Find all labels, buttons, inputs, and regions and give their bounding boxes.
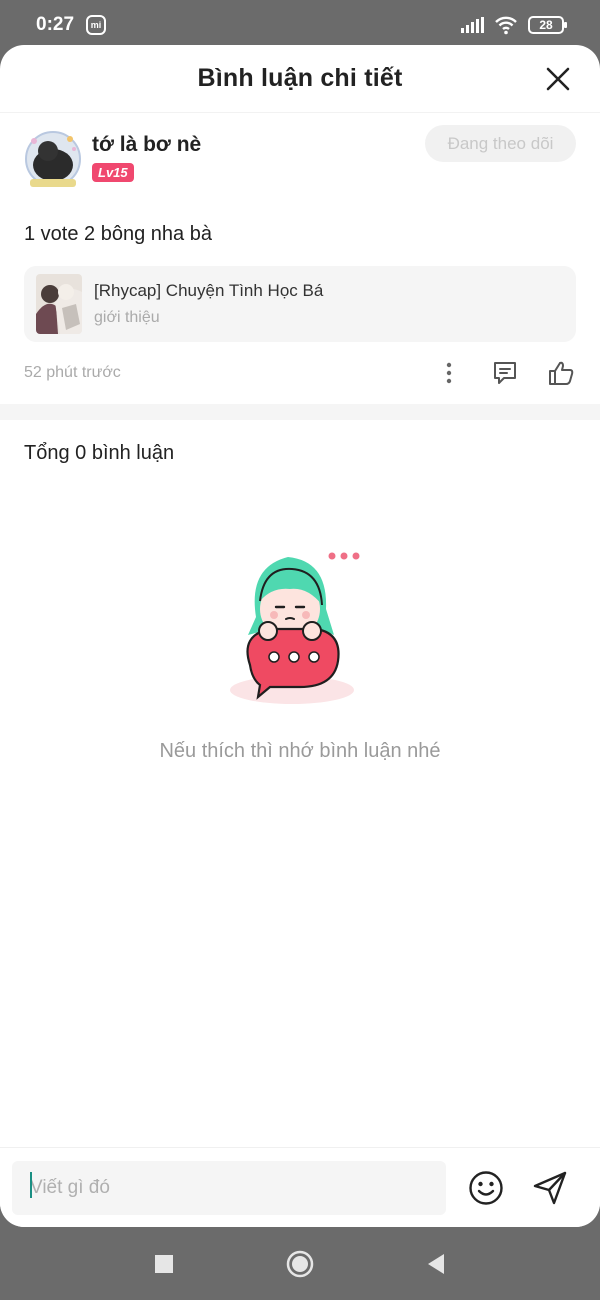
- empty-state: Nếu thích thì nhớ bình luận nhé: [0, 547, 600, 763]
- back-icon[interactable]: [416, 1244, 456, 1284]
- author-row: tớ là bơ nè Lv15 Đang theo dõi: [24, 125, 576, 197]
- post-actions: [434, 358, 576, 388]
- more-options-icon[interactable]: [434, 358, 464, 388]
- book-subtitle: giới thiệu: [94, 309, 160, 326]
- post-time: 52 phút trước: [24, 364, 121, 381]
- mi-icon: mi: [86, 15, 107, 35]
- comment-icon[interactable]: [490, 358, 520, 388]
- sheet-header: Bình luận chi tiết: [0, 45, 600, 113]
- comment-input[interactable]: [12, 1160, 446, 1215]
- home-icon[interactable]: [280, 1244, 320, 1284]
- close-icon[interactable]: [544, 65, 572, 93]
- avatar[interactable]: [24, 127, 82, 191]
- status-icons: 28: [461, 15, 567, 35]
- signal-icon: [461, 17, 484, 33]
- comment-input-bar: [0, 1147, 600, 1227]
- emoji-icon[interactable]: [468, 1170, 504, 1206]
- section-divider: [0, 404, 600, 420]
- book-card[interactable]: [Rhycap] Chuyện Tình Học Bá giới thiệu: [24, 266, 576, 342]
- text-caret: [30, 1172, 32, 1198]
- status-bar: 0:27 mi 28: [0, 0, 600, 50]
- send-icon[interactable]: [532, 1170, 568, 1206]
- post-text: 1 vote 2 bông nha bà: [24, 223, 212, 245]
- book-title: [Rhycap] Chuyện Tình Học Bá: [94, 281, 324, 300]
- recents-icon[interactable]: [144, 1244, 184, 1284]
- mascot-illustration: [230, 552, 360, 704]
- book-info: [Rhycap] Chuyện Tình Học Bá giới thiệu: [94, 281, 323, 327]
- empty-text: Nếu thích thì nhớ bình luận nhé: [159, 740, 441, 762]
- post-meta: 52 phút trước: [24, 358, 576, 388]
- post: tớ là bơ nè Lv15 Đang theo dõi 1 vote 2 …: [0, 125, 600, 388]
- comment-detail-sheet: Bình luận chi tiết tớ là bơ nè Lv15 Đang…: [0, 45, 600, 1227]
- status-time: 0:27: [36, 14, 75, 35]
- comments-count: Tổng 0 bình luận: [24, 442, 175, 464]
- level-badge: Lv15: [92, 163, 134, 182]
- author-name[interactable]: tớ là bơ nè: [92, 133, 201, 157]
- wifi-icon: [495, 16, 517, 35]
- author-info: tớ là bơ nè Lv15: [92, 127, 201, 182]
- book-cover: [36, 274, 82, 334]
- battery-icon: 28: [528, 16, 567, 34]
- page-title: Bình luận chi tiết: [197, 64, 403, 92]
- follow-button[interactable]: Đang theo dõi: [425, 125, 576, 162]
- system-nav-bar: [0, 1227, 600, 1300]
- like-icon[interactable]: [546, 358, 576, 388]
